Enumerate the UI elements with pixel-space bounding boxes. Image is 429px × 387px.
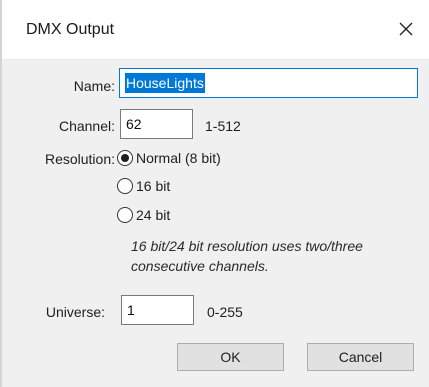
ok-button[interactable]: OK	[177, 343, 284, 371]
resolution-label: Resolution:	[44, 151, 115, 167]
dmx-output-dialog: DMX Output Name: HouseLights Channel: 62…	[0, 0, 429, 387]
universe-input[interactable]: 1	[121, 295, 194, 325]
title-bar: DMX Output	[2, 0, 429, 60]
close-button[interactable]	[383, 0, 429, 58]
universe-label: Universe:	[45, 304, 105, 320]
resolution-note-line2: consecutive channels.	[131, 258, 269, 274]
radio-24bit[interactable]	[117, 207, 133, 223]
radio-label-8bit: Normal (8 bit)	[136, 150, 221, 166]
resolution-option-16bit[interactable]: 16 bit	[117, 178, 170, 194]
name-input[interactable]: HouseLights	[119, 68, 418, 98]
radio-8bit[interactable]	[117, 150, 133, 166]
resolution-option-24bit[interactable]: 24 bit	[117, 207, 170, 223]
universe-range-hint: 0-255	[207, 304, 243, 320]
cancel-button[interactable]: Cancel	[307, 343, 414, 371]
radio-label-16bit: 16 bit	[136, 178, 171, 194]
resolution-option-8bit[interactable]: Normal (8 bit)	[117, 150, 221, 166]
radio-16bit[interactable]	[117, 178, 133, 194]
close-icon	[399, 22, 413, 36]
name-label: Name:	[73, 78, 115, 94]
channel-label: Channel:	[58, 118, 115, 134]
dialog-title: DMX Output	[26, 21, 115, 38]
channel-input[interactable]: 62	[120, 109, 193, 139]
radio-label-24bit: 24 bit	[136, 207, 171, 223]
resolution-note: 16 bit/24 bit resolution uses two/three …	[131, 236, 421, 276]
name-input-value: HouseLights	[125, 73, 205, 93]
resolution-note-line1: 16 bit/24 bit resolution uses two/three	[131, 238, 363, 254]
channel-range-hint: 1-512	[205, 118, 241, 134]
